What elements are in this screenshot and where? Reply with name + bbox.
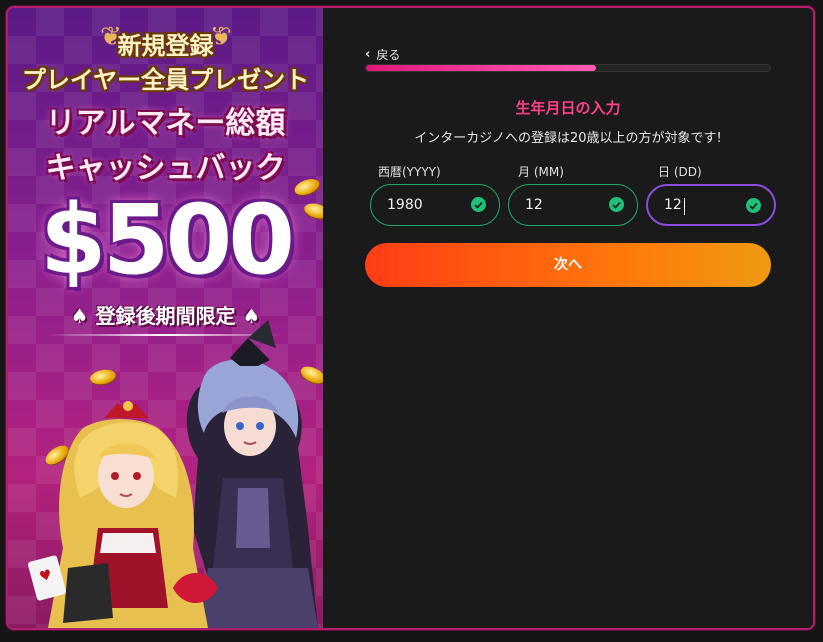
check-circle-icon [471,197,486,212]
anime-characters-illustration: ♥ [28,320,318,628]
check-circle-icon [746,198,761,213]
progress-bar [365,64,771,72]
chevron-left-icon: ‹ [365,47,371,62]
form-subtitle: インターカジノへの登録は20歳以上の方が対象です! [414,131,722,146]
form-title: 生年月日の入力 [515,99,621,117]
next-button[interactable]: 次へ [365,243,771,287]
registration-modal: ❦ ❦ 新規登録 プレイヤー全員プレゼント リアルマネー総額 キャッシュバック … [6,6,815,630]
check-circle-icon [609,197,624,212]
back-button[interactable]: ‹ 戻る [365,46,400,63]
month-label: 月 (MM) [518,165,564,179]
progress-fill [366,65,597,71]
back-label: 戻る [376,48,401,62]
day-input[interactable] [664,197,744,213]
day-field[interactable] [646,184,776,226]
year-label: 西暦(YYYY) [378,165,441,179]
promo-banner: ❦ ❦ 新規登録 プレイヤー全員プレゼント リアルマネー総額 キャッシュバック … [8,8,323,628]
year-field[interactable] [370,184,500,226]
month-field[interactable] [508,184,638,226]
birthdate-form-panel: ‹ 戻る 生年月日の入力 インターカジノへの登録は20歳以上の方が対象です! 西… [323,8,813,628]
month-input[interactable] [525,197,605,213]
year-input[interactable] [387,197,467,213]
text-caret [684,198,685,215]
day-label: 日 (DD) [658,165,702,179]
